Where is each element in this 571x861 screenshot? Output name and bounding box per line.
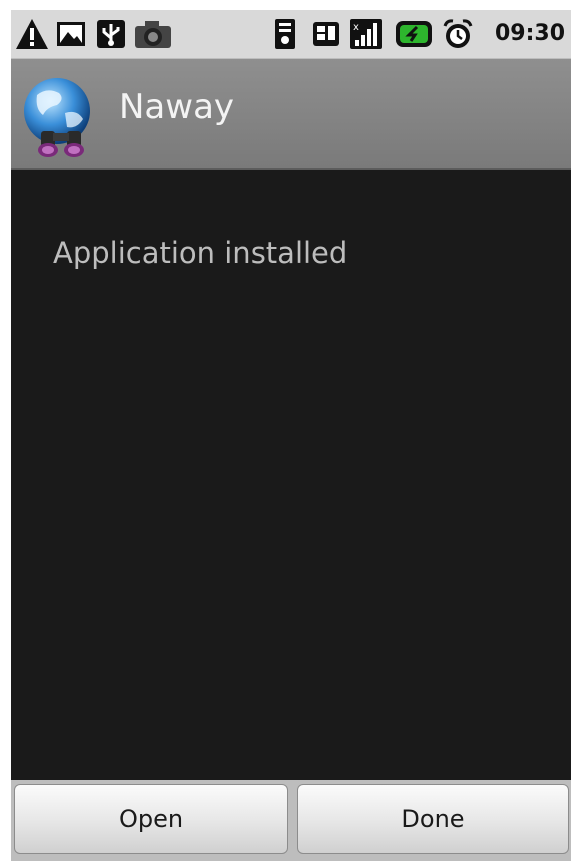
- wifi-icon: [275, 19, 295, 49]
- status-bar: x 09:30: [11, 10, 571, 59]
- signal-icon: x: [350, 19, 382, 49]
- battery-icon: [396, 21, 432, 47]
- status-clock: 09:30: [494, 21, 565, 46]
- app-title: Naway: [119, 87, 235, 127]
- naway-globe-binoculars-icon: [24, 78, 90, 157]
- gallery-icon: [57, 22, 85, 46]
- usb-icon: [97, 20, 125, 48]
- screen: x 09:30 Naway Application installed Open…: [11, 10, 571, 861]
- sd-card-icon: [313, 22, 339, 46]
- svg-text:x: x: [353, 22, 359, 33]
- camera-icon: [135, 21, 171, 48]
- button-bar: Open Done: [11, 780, 571, 861]
- alarm-icon: [443, 19, 473, 48]
- install-status-message: Application installed: [53, 236, 348, 270]
- title-bar: Naway: [11, 59, 571, 170]
- open-button[interactable]: Open: [14, 784, 288, 854]
- done-button[interactable]: Done: [297, 784, 569, 854]
- content-area: Application installed: [11, 170, 571, 780]
- warning-icon: [16, 19, 48, 49]
